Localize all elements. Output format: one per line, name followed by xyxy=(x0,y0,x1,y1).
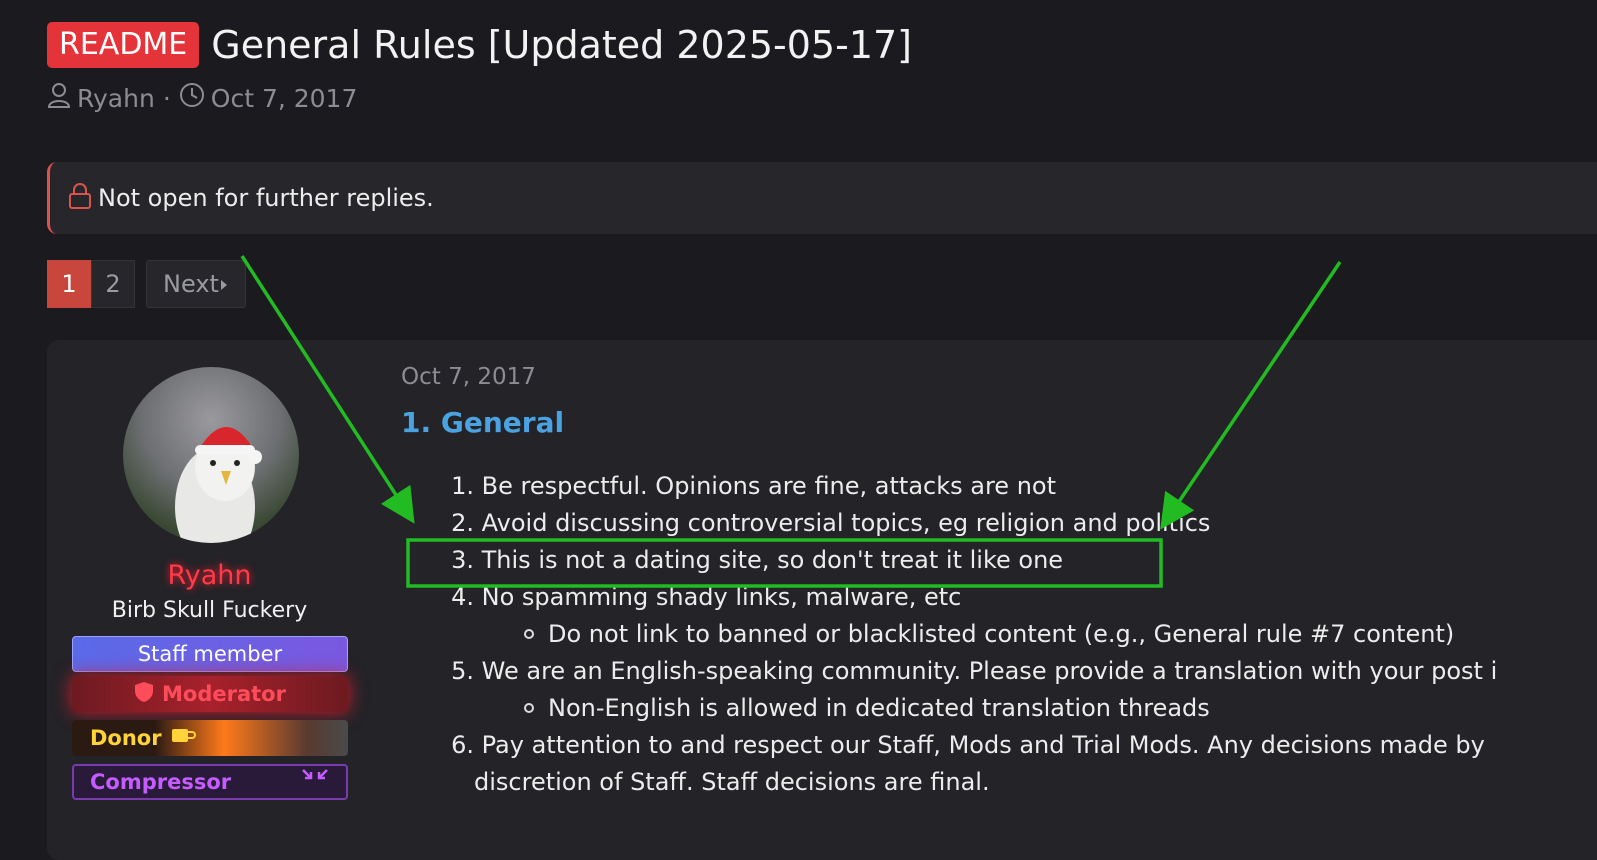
cup-icon xyxy=(170,726,196,751)
rule-number: 1. xyxy=(451,472,474,500)
rule-text: This is not a dating site, so don't trea… xyxy=(481,546,1064,574)
readme-label[interactable]: README xyxy=(47,22,200,68)
sub-rule-text: Non-English is allowed in dedicated tran… xyxy=(548,694,1210,722)
page-2-link[interactable]: 2 xyxy=(91,260,135,308)
rule-number: 3. xyxy=(451,546,474,574)
rule-text: discretion of Staff. Staff decisions are… xyxy=(474,768,990,796)
thread-title: General Rules [Updated 2025-05-17] xyxy=(211,23,913,67)
donor-label: Donor xyxy=(90,726,162,750)
shield-icon xyxy=(134,681,154,708)
next-page-button[interactable]: Next xyxy=(146,260,246,308)
list-item: 4. No spamming shady links, malware, etc xyxy=(440,583,961,611)
rule-text: Be respectful. Opinions are fine, attack… xyxy=(481,472,1056,500)
compressor-label: Compressor xyxy=(90,770,232,794)
rule-number: 4. xyxy=(451,583,474,611)
list-item: 6. Pay attention to and respect our Staf… xyxy=(440,731,1485,759)
moderator-label: Moderator xyxy=(162,682,286,706)
bullet-circle xyxy=(524,629,534,639)
thread-meta: Ryahn · Oct 7, 2017 xyxy=(47,82,357,114)
user-title: Birb Skull Fuckery xyxy=(111,598,308,623)
list-item: 5. We are an English-speaking community.… xyxy=(440,657,1497,685)
rule-number: 5. xyxy=(451,657,474,685)
next-label: Next xyxy=(163,270,219,298)
sub-rule-text: Do not link to banned or blacklisted con… xyxy=(548,620,1455,648)
rule-text: Pay attention to and respect our Staff, … xyxy=(481,731,1485,759)
list-item: 1. Be respectful. Opinions are fine, att… xyxy=(440,472,1056,500)
compress-arrows-icon xyxy=(300,767,330,798)
donor-banner: Donor xyxy=(72,720,348,756)
post-container: Ryahn Birb Skull Fuckery Staff member Mo… xyxy=(47,340,1597,860)
staff-member-banner: Staff member xyxy=(72,636,348,672)
pagination: 1 2 Next xyxy=(47,260,246,308)
notice-text: Not open for further replies. xyxy=(98,184,434,212)
sub-list-item: Non-English is allowed in dedicated tran… xyxy=(524,694,1210,722)
post-date-link[interactable]: Oct 7, 2017 xyxy=(401,364,536,390)
lock-icon xyxy=(68,183,92,213)
moderator-banner: Moderator xyxy=(72,676,348,712)
thread-author-link[interactable]: Ryahn xyxy=(77,84,155,113)
thread-date-link[interactable]: Oct 7, 2017 xyxy=(211,84,358,113)
clock-icon xyxy=(179,82,211,114)
thread-header: README General Rules [Updated 2025-05-17… xyxy=(47,22,912,68)
seagull-avatar-image xyxy=(175,426,262,543)
avatar[interactable] xyxy=(123,367,299,543)
section-heading: 1. General xyxy=(401,406,565,439)
rule-number: 2. xyxy=(451,509,474,537)
caret-right-icon xyxy=(219,270,229,298)
page-1-link[interactable]: 1 xyxy=(47,260,91,308)
rule-text: No spamming shady links, malware, etc xyxy=(481,583,962,611)
sub-list-item: Do not link to banned or blacklisted con… xyxy=(524,620,1454,648)
list-item: 3. This is not a dating site, so don't t… xyxy=(440,546,1063,574)
thread-locked-notice: Not open for further replies. xyxy=(47,162,1597,234)
rule-text: We are an English-speaking community. Pl… xyxy=(481,657,1498,685)
rule-text: Avoid discussing controversial topics, e… xyxy=(481,509,1211,537)
bullet-circle xyxy=(524,703,534,713)
rule-continuation: discretion of Staff. Staff decisions are… xyxy=(474,768,990,796)
user-icon xyxy=(47,82,77,114)
compressor-banner: Compressor xyxy=(72,764,348,800)
rule-number: 6. xyxy=(451,731,474,759)
meta-separator: · xyxy=(162,83,171,113)
username-link[interactable]: Ryahn xyxy=(47,560,372,591)
list-item: 2. Avoid discussing controversial topics… xyxy=(440,509,1210,537)
